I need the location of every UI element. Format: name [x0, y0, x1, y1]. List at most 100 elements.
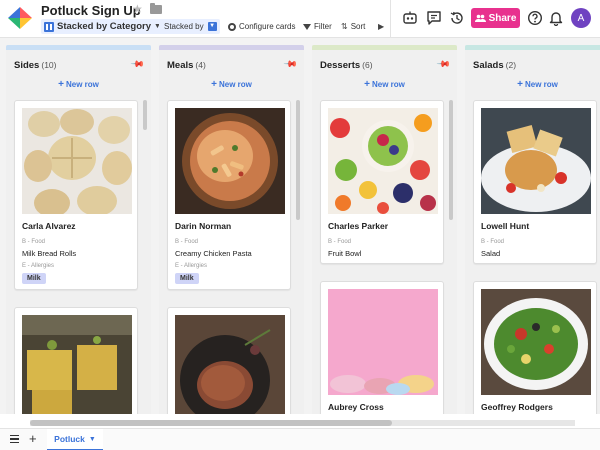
column-header: Meals (4): [167, 60, 206, 71]
field-label: B - Food: [175, 239, 199, 245]
tab-potluck[interactable]: Potluck ▼: [47, 429, 103, 450]
kanban-board: Sides (10) 📌 + New row Carla Alvarez B -…: [0, 38, 600, 414]
stacked-by-button[interactable]: Stacked by ▼: [159, 19, 220, 34]
new-row-button[interactable]: + New row: [465, 79, 600, 90]
share-label: Share: [488, 12, 517, 24]
column-count: (10): [41, 60, 57, 70]
folder-icon[interactable]: [150, 3, 162, 14]
column-scrollbar[interactable]: [449, 100, 453, 220]
sort-label: Sort: [350, 22, 366, 31]
new-row-label: New row: [371, 80, 405, 89]
card-image-pasta: [175, 108, 285, 214]
allergy-tag: Milk: [22, 273, 46, 284]
column-sides: Sides (10) 📌 + New row Carla Alvarez B -…: [6, 45, 151, 414]
users-icon: [474, 14, 486, 22]
pin-icon[interactable]: 📌: [283, 57, 298, 73]
field-value: Fruit Bowl: [328, 249, 362, 258]
sort-icon: ⇅: [341, 22, 348, 31]
new-row-button[interactable]: + New row: [312, 79, 457, 90]
card[interactable]: Darin Norman B - Food Creamy Chicken Pas…: [167, 100, 291, 290]
menu-icon[interactable]: [10, 435, 19, 443]
column-color-bar: [159, 45, 304, 50]
new-row-button[interactable]: + New row: [6, 79, 151, 90]
card-title: Lowell Hunt: [481, 221, 530, 231]
field-label: E - Allergies: [22, 263, 55, 269]
avatar[interactable]: A: [571, 8, 591, 28]
field-value: Milk Bread Rolls: [22, 249, 77, 258]
card-image-salad-plate: [481, 108, 591, 214]
card-image-bread-rolls: [22, 108, 132, 214]
star-icon[interactable]: ★: [132, 2, 143, 16]
new-row-label: New row: [218, 80, 252, 89]
gear-icon: [228, 22, 236, 31]
column-salads: Salads (2) + New row Lowell Hunt B - Food …: [465, 45, 600, 414]
stacked-by-label: Stacked by: [164, 22, 204, 31]
column-header: Salads (2): [473, 60, 516, 71]
card[interactable]: [167, 307, 291, 414]
card[interactable]: Lowell Hunt B - Food Salad: [473, 100, 597, 264]
help-icon[interactable]: [527, 10, 543, 26]
card-image-green-salad: [481, 289, 591, 395]
card-image-fruit-bowl: [328, 108, 438, 214]
allergy-tag: Milk: [175, 273, 199, 284]
filter-icon: [303, 23, 311, 30]
new-row-label: New row: [65, 80, 99, 89]
column-count: (6): [362, 60, 373, 70]
new-row-button[interactable]: + New row: [159, 79, 304, 90]
card-image-cornbread: [22, 315, 132, 414]
board-scrollbar[interactable]: [30, 420, 392, 426]
card[interactable]: Geoffrey Rodgers: [473, 281, 597, 414]
field-value: Salad: [481, 249, 501, 258]
card[interactable]: [14, 307, 138, 414]
share-button[interactable]: Share: [471, 8, 520, 28]
card[interactable]: Aubrey Cross: [320, 281, 444, 414]
configure-cards-label: Configure cards: [239, 22, 296, 31]
column-count: (2): [505, 60, 517, 70]
card-title: Aubrey Cross: [328, 402, 384, 412]
plus-icon: +: [58, 79, 64, 90]
pin-icon[interactable]: 📌: [436, 57, 451, 73]
column-desserts: Desserts (6) 📌 + New row Charles Parker …: [312, 45, 457, 414]
kanban-view-icon: [44, 21, 54, 32]
document-title[interactable]: Potluck Sign Up: [41, 3, 141, 18]
column-name: Meals: [167, 60, 194, 71]
view-selector[interactable]: Stacked by Category ▼: [41, 19, 165, 34]
card[interactable]: Carla Alvarez B - Food Milk Bread Rolls …: [14, 100, 138, 290]
column-count: (4): [195, 60, 206, 70]
column-color-bar: [312, 45, 457, 50]
filter-button[interactable]: Filter: [303, 19, 332, 34]
card-image-steak: [175, 315, 285, 414]
card-title: Charles Parker: [328, 221, 389, 231]
add-sheet-icon[interactable]: +: [29, 431, 37, 446]
column-meals: Meals (4) 📌 + New row Darin Norman B - F…: [159, 45, 304, 414]
comment-icon[interactable]: [426, 10, 442, 26]
field-value: Creamy Chicken Pasta: [175, 249, 252, 258]
toolbar-divider: [390, 0, 391, 38]
tab-label: Potluck: [54, 434, 85, 444]
bell-icon[interactable]: [548, 10, 564, 26]
configure-cards-button[interactable]: Configure cards: [228, 19, 295, 34]
card[interactable]: Charles Parker B - Food Fruit Bowl: [320, 100, 444, 264]
view-name: Stacked by Category: [57, 21, 151, 32]
chevron-down-icon: ▼: [88, 435, 96, 443]
chevron-right-icon[interactable]: ▶: [378, 22, 384, 31]
column-header: Desserts (6): [320, 60, 373, 71]
robot-icon[interactable]: [402, 10, 418, 26]
column-name: Desserts: [320, 60, 361, 71]
history-icon[interactable]: [449, 10, 465, 26]
plus-icon: +: [211, 79, 217, 90]
column-color-bar: [465, 45, 600, 50]
pin-icon[interactable]: 📌: [130, 57, 145, 73]
field-label: B - Food: [328, 239, 352, 245]
column-scrollbar[interactable]: [143, 100, 147, 130]
column-name: Sides: [14, 60, 40, 71]
sort-button[interactable]: ⇅ Sort: [341, 19, 365, 34]
column-color-bar: [6, 45, 151, 50]
new-row-label: New row: [524, 80, 558, 89]
card-title: Geoffrey Rodgers: [481, 402, 553, 412]
card-title: Darin Norman: [175, 221, 232, 231]
chevron-down-icon: ▼: [207, 22, 217, 31]
column-scrollbar[interactable]: [296, 100, 300, 220]
field-label: B - Food: [22, 239, 46, 245]
plus-icon: +: [364, 79, 370, 90]
